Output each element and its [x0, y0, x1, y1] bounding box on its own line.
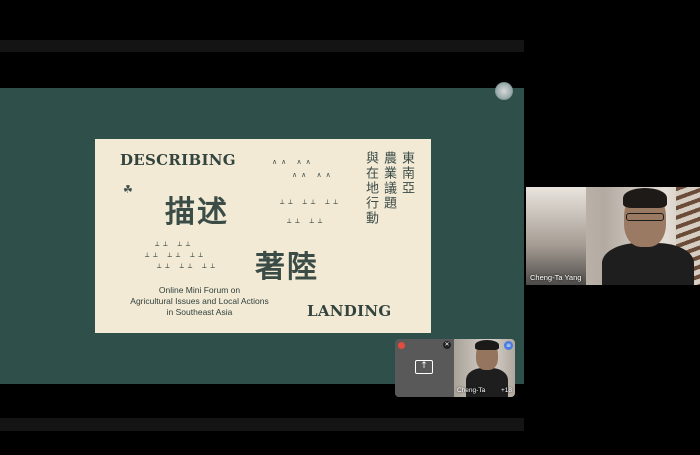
self-name-label: Cheng-Ta — [457, 387, 486, 394]
pointer-indicator — [495, 82, 513, 100]
field-decoration-icon: ┴┴ ┴┴ ┴┴ — [145, 253, 207, 261]
vertical-caption-line: 與在地行動 — [363, 151, 378, 226]
top-bar-strip — [0, 40, 524, 52]
audio-level-icon: ≡ — [504, 341, 513, 350]
presentation-slide: DESCRIBING ☘ 描述 ∧∧ ∧∧ ∧∧ ∧∧ ┴┴ ┴┴ ┴┴ ┴┴ … — [95, 139, 431, 333]
slide-subtitle: Online Mini Forum on Agricultural Issues… — [117, 285, 282, 318]
knot-decoration-icon: ☘ — [123, 183, 133, 196]
video-background — [526, 187, 586, 285]
present-screen-icon[interactable]: ↑ — [415, 360, 433, 374]
slide-title-describing: DESCRIBING — [120, 151, 236, 169]
field-decoration-icon: ┴┴ ┴┴ ┴┴ — [157, 264, 219, 272]
slide-title-cn-landing: 著陸 — [255, 250, 319, 285]
participant-video-tile[interactable]: Cheng-Ta Yang — [526, 187, 700, 285]
close-dot-icon[interactable] — [398, 342, 405, 349]
slide-title-landing: LANDING — [307, 302, 392, 320]
field-decoration-icon: ┴┴ ┴┴ — [287, 219, 327, 227]
vertical-caption-line: 農業議題 — [381, 151, 396, 211]
bottom-bar-strip — [0, 418, 524, 431]
slide-vertical-caption: 東南亞 農業議題 與在地行動 — [363, 151, 414, 301]
participant-name-label: Cheng-Ta Yang — [530, 273, 582, 282]
slide-title-cn-describing: 描述 — [165, 195, 229, 230]
vertical-caption-line: 東南亞 — [399, 151, 414, 196]
subtitle-line: Agricultural Issues and Local Actions — [130, 296, 269, 306]
subtitle-line: Online Mini Forum on — [158, 285, 241, 295]
participant-video-figure — [626, 213, 664, 221]
mic-off-icon[interactable]: ✕ — [443, 341, 451, 349]
field-decoration-icon: ┴┴ ┴┴ ┴┴ — [280, 200, 342, 208]
presenting-tile[interactable]: ↑ ✕ — [395, 339, 454, 397]
field-decoration-icon: ┴┴ ┴┴ — [155, 242, 195, 250]
self-video-figure — [475, 340, 499, 350]
participant-video-figure — [623, 188, 667, 208]
self-view-panel[interactable]: ↑ ✕ Cheng-Ta +18 ≡ — [395, 339, 515, 397]
mountain-decoration-icon: ∧∧ ∧∧ — [272, 158, 315, 166]
others-count-badge[interactable]: +18 — [501, 387, 512, 394]
mountain-decoration-icon: ∧∧ ∧∧ — [292, 171, 335, 179]
subtitle-line: in Southeast Asia — [166, 307, 233, 317]
participant-video-figure — [602, 243, 694, 285]
